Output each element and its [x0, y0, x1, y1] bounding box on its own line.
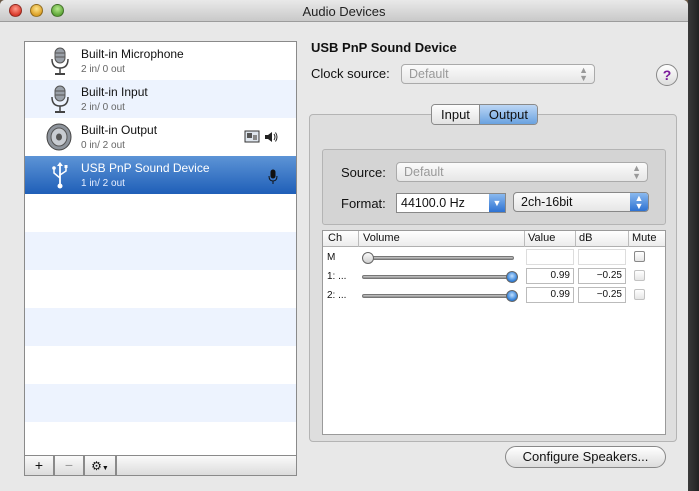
updown-arrows-icon: ▲ ▼	[630, 193, 648, 211]
db-field	[578, 249, 626, 265]
clock-source-value: Default	[409, 67, 449, 81]
device-list[interactable]: Built-in Microphone 2 in/ 0 out Built-in…	[24, 41, 297, 456]
device-list-toolbar: + − ⚙▼	[24, 456, 297, 476]
configure-speakers-button[interactable]: Configure Speakers...	[505, 446, 666, 468]
volume-slider[interactable]	[362, 290, 518, 302]
microphone-icon	[51, 85, 69, 113]
mute-checkbox[interactable]	[634, 270, 645, 281]
usb-icon	[52, 162, 68, 189]
gear-menu-button[interactable]: ⚙▼	[84, 456, 116, 476]
volume-icon	[265, 132, 278, 142]
updown-arrows-icon: ▲ ▼	[579, 65, 588, 83]
device-row-builtin-input[interactable]: Built-in Input 2 in/ 0 out	[25, 80, 296, 118]
source-label: Source:	[341, 165, 386, 180]
add-device-button[interactable]: +	[24, 456, 54, 476]
format-label: Format:	[341, 196, 386, 211]
desktop-edge	[688, 0, 699, 491]
channel-label: 1: ...	[327, 271, 347, 282]
slider-knob[interactable]	[506, 290, 518, 302]
channel-label: 2: ...	[327, 290, 347, 301]
clock-source-label: Clock source:	[311, 66, 390, 81]
col-volume[interactable]: Volume	[363, 232, 400, 244]
toolbar-spacer	[116, 456, 297, 476]
value-field[interactable]: 0.99	[526, 287, 574, 303]
audio-devices-window: Audio Devices Built-in Microphone 2 in/ …	[0, 0, 688, 491]
volume-slider[interactable]	[362, 271, 518, 283]
help-button[interactable]: ?	[656, 64, 678, 86]
col-value[interactable]: Value	[528, 232, 555, 244]
device-io: 2 in/ 0 out	[81, 102, 125, 113]
mute-checkbox[interactable]	[634, 251, 645, 262]
volume-table-header: Ch Volume Value dB Mute	[323, 231, 665, 247]
speaker-icon	[46, 123, 72, 151]
col-db[interactable]: dB	[579, 232, 592, 244]
slider-knob[interactable]	[362, 252, 374, 264]
value-field[interactable]: 0.99	[526, 268, 574, 284]
clock-source-popup[interactable]: Default ▲ ▼	[401, 64, 595, 84]
title-bar[interactable]: Audio Devices	[0, 0, 688, 22]
chevron-down-icon: ▼	[101, 465, 109, 472]
value-field	[526, 249, 574, 265]
device-io: 1 in/ 2 out	[81, 178, 125, 189]
bit-format-value: 2ch-16bit	[521, 195, 573, 209]
device-row-builtin-output[interactable]: Built-in Output 0 in/ 2 out	[25, 118, 296, 156]
table-row: 1: ... 0.99 −0.25	[323, 267, 665, 286]
volume-table: Ch Volume Value dB Mute M 1: ... 0.99 −0…	[322, 230, 666, 435]
bit-format-popup[interactable]: 2ch-16bit ▲ ▼	[513, 192, 649, 212]
remove-device-button[interactable]: −	[54, 456, 84, 476]
device-name: Built-in Microphone	[81, 47, 184, 61]
sample-rate-value: 44100.0 Hz	[401, 196, 465, 210]
microphone-badge-icon	[268, 169, 278, 184]
source-value: Default	[404, 165, 444, 179]
device-io: 0 in/ 2 out	[81, 140, 125, 151]
col-ch[interactable]: Ch	[328, 232, 342, 244]
tab-output[interactable]: Output	[478, 105, 537, 124]
chevron-down-icon[interactable]: ▼	[489, 194, 505, 212]
volume-slider[interactable]	[362, 252, 514, 264]
device-row-usb-pnp[interactable]: USB PnP Sound Device 1 in/ 2 out	[25, 156, 296, 194]
window-title: Audio Devices	[302, 4, 386, 19]
device-name: Built-in Input	[81, 85, 148, 99]
slider-knob[interactable]	[506, 271, 518, 283]
gear-icon: ⚙	[91, 459, 102, 473]
table-row: 2: ... 0.99 −0.25	[323, 286, 665, 305]
channel-label: M	[327, 252, 336, 263]
format-box	[322, 149, 666, 225]
list-stripe	[25, 308, 296, 346]
microphone-icon	[51, 47, 69, 75]
mute-checkbox[interactable]	[634, 289, 645, 300]
db-field[interactable]: −0.25	[578, 268, 626, 284]
list-stripe	[25, 384, 296, 422]
updown-arrows-icon: ▲ ▼	[632, 163, 641, 181]
device-title: USB PnP Sound Device	[311, 40, 457, 55]
db-field[interactable]: −0.25	[578, 287, 626, 303]
col-mute[interactable]: Mute	[632, 232, 656, 244]
tab-input[interactable]: Input	[432, 105, 479, 124]
device-name: USB PnP Sound Device	[81, 161, 210, 175]
source-popup[interactable]: Default ▲ ▼	[396, 162, 648, 182]
input-output-tabs: Input Output	[431, 104, 538, 125]
device-name: Built-in Output	[81, 123, 158, 137]
device-io: 2 in/ 0 out	[81, 64, 125, 75]
finder-icon	[244, 130, 260, 143]
sample-rate-combo[interactable]: 44100.0 Hz ▼	[396, 193, 506, 213]
table-row: M	[323, 248, 665, 267]
device-row-builtin-microphone[interactable]: Built-in Microphone 2 in/ 0 out	[25, 42, 296, 80]
list-stripe	[25, 232, 296, 270]
